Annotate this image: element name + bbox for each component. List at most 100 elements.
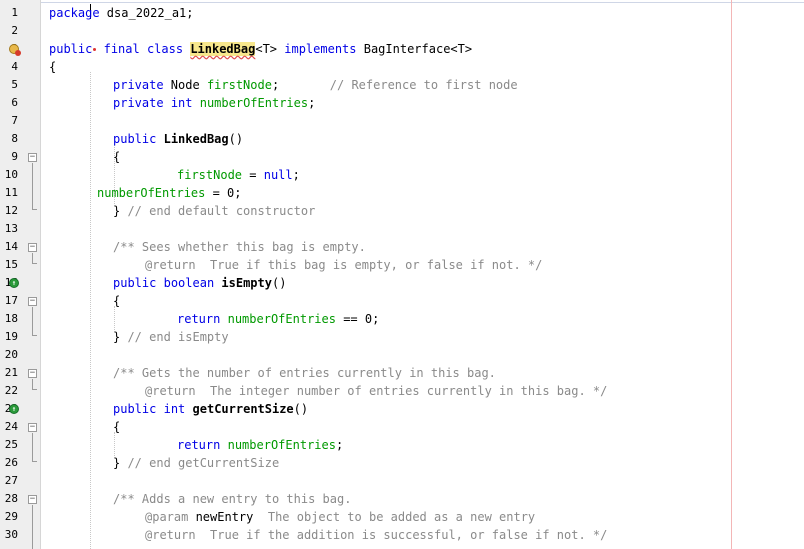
code-text[interactable]: firstNode = null; (177, 166, 300, 184)
code-line[interactable]: 17 { (0, 292, 804, 310)
code-line[interactable]: 8 public LinkedBag() (0, 130, 804, 148)
line-number: 13 (4, 222, 18, 235)
code-line[interactable]: 23public int getCurrentSize() (0, 400, 804, 418)
line-number: 30 (4, 528, 18, 541)
code-line[interactable]: 26 } // end getCurrentSize (0, 454, 804, 472)
code-text[interactable]: @return True if this bag is empty, or fa… (145, 256, 542, 274)
code-line[interactable]: 9{ (0, 148, 804, 166)
fold-toggle-icon[interactable]: − (28, 153, 37, 162)
editor-top-rule (41, 2, 804, 3)
fold-toggle-icon[interactable]: − (28, 495, 37, 504)
code-text[interactable]: private int numberOfEntries; (113, 94, 315, 112)
line-number: 15 (4, 258, 18, 271)
code-text[interactable]: } // end default constructor (113, 202, 315, 220)
code-text[interactable]: private Node firstNode; // Reference to … (113, 76, 518, 94)
fold-toggle-icon[interactable]: − (28, 369, 37, 378)
code-line[interactable]: 16public boolean isEmpty() (0, 274, 804, 292)
line-number: 22 (4, 384, 18, 397)
line-number: 2 (11, 24, 18, 37)
code-text[interactable]: { (113, 418, 120, 436)
line-number: 25 (4, 438, 18, 451)
code-text[interactable]: @return True if the addition is successf… (145, 526, 607, 544)
code-line[interactable]: 21 /** Gets the number of entries current… (0, 364, 804, 382)
fold-line (32, 163, 33, 209)
code-text[interactable]: return numberOfEntries == 0; (177, 310, 379, 328)
fold-end (32, 209, 37, 210)
code-line[interactable]: 24 { (0, 418, 804, 436)
code-line[interactable]: 3public final class LinkedBag<T> impleme… (0, 40, 804, 58)
code-line[interactable]: 5 private Node firstNode; // Reference to… (0, 76, 804, 94)
line-number: 17 (4, 294, 18, 307)
fold-toggle-icon[interactable]: − (28, 423, 37, 432)
line-number: 1 (11, 6, 18, 19)
code-text[interactable]: numberOfEntries = 0; (97, 184, 242, 202)
code-text[interactable]: { (113, 292, 120, 310)
code-line[interactable]: 15 @return True if this bag is empty, or … (0, 256, 804, 274)
fold-end (32, 461, 37, 462)
implements-method-icon[interactable]: ↑ (9, 278, 19, 288)
code-line[interactable]: 22 @return The integer number of entries … (0, 382, 804, 400)
code-text[interactable]: @return The integer number of entries cu… (145, 382, 607, 400)
code-line[interactable]: 6 private int numberOfEntries; (0, 94, 804, 112)
fold-toggle-icon[interactable]: − (28, 243, 37, 252)
line-number: 18 (4, 312, 18, 325)
code-text[interactable]: public int getCurrentSize() (113, 400, 308, 418)
line-number: 26 (4, 456, 18, 469)
line-number: 28 (4, 492, 18, 505)
code-text[interactable]: /** Sees whether this bag is empty. (113, 238, 366, 256)
code-line[interactable]: 25 return numberOfEntries; (0, 436, 804, 454)
code-line[interactable]: 4{ (0, 58, 804, 76)
line-number: 21 (4, 366, 18, 379)
code-text[interactable]: return numberOfEntries; (177, 436, 343, 454)
fold-toggle-icon[interactable]: − (28, 297, 37, 306)
code-line[interactable]: 27 (0, 472, 804, 490)
code-text[interactable]: public final class LinkedBag<T> implemen… (49, 40, 472, 58)
code-text[interactable]: public LinkedBag() (113, 130, 243, 148)
code-line[interactable]: 1 package dsa_2022_a1; (0, 4, 804, 22)
code-text[interactable]: /** Adds a new entry to this bag. (113, 490, 351, 508)
code-text[interactable]: } // end isEmpty (113, 328, 229, 346)
code-text[interactable]: public boolean isEmpty() (113, 274, 286, 292)
code-text[interactable]: /** Gets the number of entries currently… (113, 364, 496, 382)
fold-line (32, 307, 33, 335)
code-text[interactable]: @param newEntry The object to be added a… (145, 508, 535, 526)
code-line[interactable]: 7 (0, 112, 804, 130)
line-number: 20 (4, 348, 18, 361)
code-line[interactable]: 28 /** Adds a new entry to this bag. (0, 490, 804, 508)
code-text[interactable]: package dsa_2022_a1; (49, 4, 194, 22)
line-number: 14 (4, 240, 18, 253)
code-line[interactable]: 14 /** Sees whether this bag is empty. (0, 238, 804, 256)
code-line[interactable]: 10 firstNode = null; (0, 166, 804, 184)
code-line[interactable]: 19} // end isEmpty (0, 328, 804, 346)
line-number: 4 (11, 60, 18, 73)
fold-end (32, 389, 37, 390)
fold-line (32, 253, 33, 263)
warning-error-icon[interactable] (9, 44, 21, 56)
line-number: 10 (4, 168, 18, 181)
fold-line (32, 379, 33, 389)
code-line[interactable]: 18 return numberOfEntries == 0; (0, 310, 804, 328)
line-number: 12 (4, 204, 18, 217)
line-number: 11 (4, 186, 18, 199)
code-line[interactable]: 20 (0, 346, 804, 364)
fold-line (32, 433, 33, 461)
line-number: 29 (4, 510, 18, 523)
fold-line (32, 505, 33, 549)
code-text[interactable]: { (113, 148, 120, 166)
code-line[interactable]: 29 @param newEntry The object to be added… (0, 508, 804, 526)
line-number: 5 (11, 78, 18, 91)
line-number: 27 (4, 474, 18, 487)
implements-method-icon[interactable]: ↑ (9, 404, 19, 414)
fold-end (32, 335, 37, 336)
code-line[interactable]: 13 (0, 220, 804, 238)
code-line[interactable]: 12 } // end default constructor (0, 202, 804, 220)
code-line[interactable]: 2 (0, 22, 804, 40)
code-text[interactable]: { (49, 58, 56, 76)
line-number: 9 (11, 150, 18, 163)
fold-end (32, 263, 37, 264)
code-line[interactable]: 11 numberOfEntries = 0; (0, 184, 804, 202)
code-text[interactable]: } // end getCurrentSize (113, 454, 279, 472)
line-number: 24 (4, 420, 18, 433)
code-line[interactable]: 30 @return True if the addition is succes… (0, 526, 804, 544)
line-number: 6 (11, 96, 18, 109)
